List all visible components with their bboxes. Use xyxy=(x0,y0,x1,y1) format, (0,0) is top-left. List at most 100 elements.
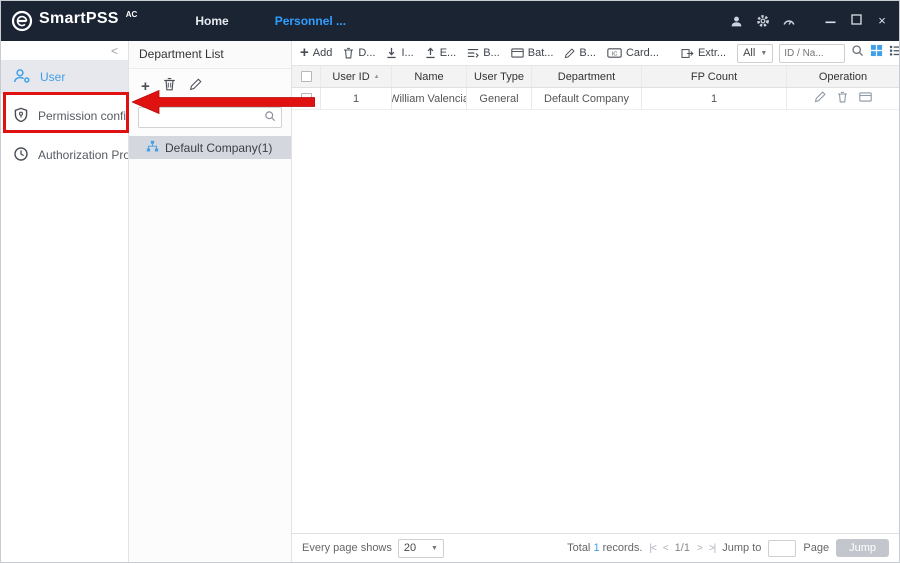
pencil-icon xyxy=(564,48,575,59)
cell-user-id: 1 xyxy=(321,88,392,109)
chevron-down-icon: ▼ xyxy=(431,545,438,552)
user-config-icon xyxy=(13,68,31,87)
list-view-icon[interactable] xyxy=(889,44,900,62)
sidebar-item-permission-config[interactable]: Permission config... xyxy=(1,99,128,133)
account-icon[interactable] xyxy=(729,14,744,29)
next-page-button[interactable]: > xyxy=(697,543,702,554)
batch-card-icon xyxy=(511,48,524,58)
card-row-icon[interactable] xyxy=(859,92,872,105)
delete-department-icon[interactable] xyxy=(163,77,176,96)
app-name-suffix: AC xyxy=(126,10,138,19)
app-logo: SmartPSS AC xyxy=(11,10,137,32)
export-icon xyxy=(425,47,436,59)
sidebar-item-user[interactable]: User xyxy=(1,60,128,94)
jump-to-label: Jump to xyxy=(722,542,761,554)
page-indicator: 1/1 xyxy=(675,542,690,554)
plus-icon: + xyxy=(300,47,309,59)
cell-fp-count: 1 xyxy=(642,88,787,109)
select-all-checkbox[interactable] xyxy=(301,71,312,82)
ic-card-icon: IC xyxy=(607,48,622,58)
extract-info-button[interactable]: Extr... xyxy=(681,47,726,59)
sidebar-item-permission-config-label: Permission config... xyxy=(38,109,128,123)
clock-icon xyxy=(13,146,29,165)
grid-view-icon[interactable] xyxy=(870,44,883,62)
delete-row-icon[interactable] xyxy=(837,91,848,106)
batch-edit-button[interactable]: B... xyxy=(564,47,596,59)
column-header-department[interactable]: Department xyxy=(532,66,642,87)
add-button[interactable]: + Add xyxy=(300,47,332,59)
batch-issue-card-button[interactable]: Bat... xyxy=(511,47,554,59)
department-panel: Department List + Default Company(1) xyxy=(129,41,292,562)
card-issuer-button[interactable]: IC Card... xyxy=(607,47,659,59)
window-controls: × xyxy=(823,14,889,28)
sort-asc-icon: ▲ xyxy=(374,74,380,80)
total-records-text: Total 1 records. xyxy=(567,542,642,554)
batch-list-icon xyxy=(467,47,479,59)
department-toolbar: + xyxy=(129,69,291,103)
cell-department: Default Company xyxy=(532,88,642,109)
row-checkbox[interactable] xyxy=(301,93,312,104)
department-list-title: Department List xyxy=(129,41,291,69)
delete-button[interactable]: D... xyxy=(343,47,375,59)
select-all-checkbox-cell xyxy=(292,66,321,87)
table-empty-area xyxy=(292,110,899,533)
sidebar-item-authorization-progress-label: Authorization Prog... xyxy=(38,148,128,162)
jump-button[interactable]: Jump xyxy=(836,539,889,557)
total-records-count: 1 xyxy=(593,542,599,554)
search-icon[interactable] xyxy=(264,109,276,127)
sidebar-item-user-label: User xyxy=(40,70,65,84)
gear-icon[interactable] xyxy=(755,14,770,29)
sidebar-collapse-button[interactable]: < xyxy=(1,41,128,60)
column-header-user-type[interactable]: User Type xyxy=(467,66,532,87)
personnel-search-input[interactable] xyxy=(779,44,845,63)
extract-icon xyxy=(681,48,694,59)
department-tree-item-default-company[interactable]: Default Company(1) xyxy=(129,136,291,159)
page-size-select[interactable]: 20 ▼ xyxy=(398,539,444,558)
personnel-toolbar: + Add D... I... E... xyxy=(292,41,899,66)
table-header: User ID ▲ Name User Type Department FP C… xyxy=(292,66,899,88)
filter-select[interactable]: All ▼ xyxy=(737,44,773,63)
titlebar-controls: × xyxy=(729,14,889,29)
org-tree-icon xyxy=(146,140,159,156)
cell-name: William Valencia xyxy=(392,88,467,109)
add-department-icon[interactable]: + xyxy=(141,81,150,93)
department-search-box xyxy=(138,107,282,128)
smartpss-window: SmartPSS AC Home Personnel ... xyxy=(0,0,900,563)
maximize-icon[interactable] xyxy=(849,14,863,28)
prev-page-button[interactable]: < xyxy=(663,543,668,554)
batch-update-button[interactable]: B... xyxy=(467,47,500,59)
page-size-label: Every page shows xyxy=(302,542,392,554)
department-tree-item-label: Default Company(1) xyxy=(165,141,272,155)
last-page-button[interactable]: >| xyxy=(709,543,715,554)
edit-row-icon[interactable] xyxy=(814,91,826,106)
personnel-main-panel: + Add D... I... E... xyxy=(292,41,899,562)
close-icon[interactable]: × xyxy=(875,14,889,28)
column-header-fp-count[interactable]: FP Count xyxy=(642,66,787,87)
first-page-button[interactable]: |< xyxy=(649,543,655,554)
minimize-icon[interactable] xyxy=(823,14,837,28)
department-search-input[interactable] xyxy=(144,112,264,124)
import-icon xyxy=(386,47,397,59)
tab-personnel[interactable]: Personnel ... xyxy=(275,14,346,28)
pagination-controls: Total 1 records. |< < 1/1 > >| Jump to P… xyxy=(567,539,889,557)
performance-gauge-icon[interactable] xyxy=(781,14,796,29)
sidebar-item-authorization-progress[interactable]: Authorization Prog... xyxy=(1,138,128,172)
smartpss-logo-icon xyxy=(11,10,33,32)
svg-text:IC: IC xyxy=(612,51,618,57)
titlebar: SmartPSS AC Home Personnel ... xyxy=(1,1,899,41)
column-header-user-id[interactable]: User ID ▲ xyxy=(321,66,392,87)
edit-department-icon[interactable] xyxy=(189,78,202,96)
pagination-footer: Every page shows 20 ▼ Total 1 records. |… xyxy=(292,533,899,562)
jump-page-input[interactable] xyxy=(768,540,796,557)
sidebar: < User Permission config... Authorizatio… xyxy=(1,41,129,562)
import-button[interactable]: I... xyxy=(386,47,413,59)
column-header-name[interactable]: Name xyxy=(392,66,467,87)
search-icon[interactable] xyxy=(851,44,864,62)
table-row[interactable]: 1 William Valencia General Default Compa… xyxy=(292,88,899,110)
toolbar-right-group: All ▼ xyxy=(737,44,900,63)
tab-home[interactable]: Home xyxy=(195,14,228,28)
export-button[interactable]: E... xyxy=(425,47,457,59)
app-name: SmartPSS xyxy=(39,10,119,28)
trash-icon xyxy=(343,47,354,59)
cell-user-type: General xyxy=(467,88,532,109)
